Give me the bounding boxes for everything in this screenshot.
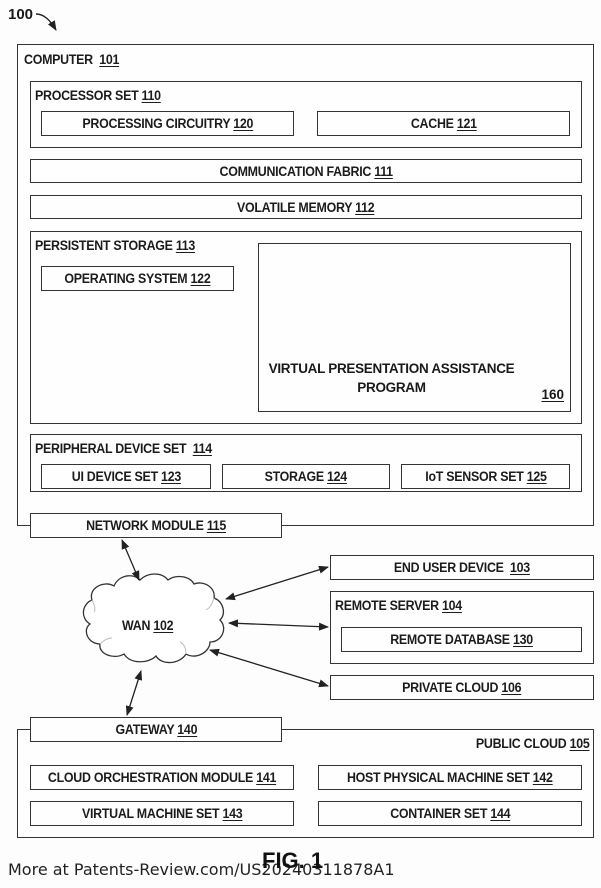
wan-end-user-connector [225, 565, 329, 601]
connector-overlay [35, 13, 329, 716]
network-wan-connector [121, 539, 140, 581]
wan-label: WAN 102 [122, 618, 174, 633]
source-footer-link[interactable]: More at Patents-Review.com/US20240311878… [8, 860, 395, 879]
wan-gateway-connector [125, 670, 143, 716]
wan-num: 102 [153, 618, 174, 633]
wan-private-cloud-connector [209, 648, 329, 688]
wan-remote-server-connector [228, 619, 329, 631]
figure-pointer-arrow [35, 13, 57, 31]
figure-caption: FIG. 1 [262, 848, 324, 873]
wan-label-text: WAN [122, 618, 151, 633]
